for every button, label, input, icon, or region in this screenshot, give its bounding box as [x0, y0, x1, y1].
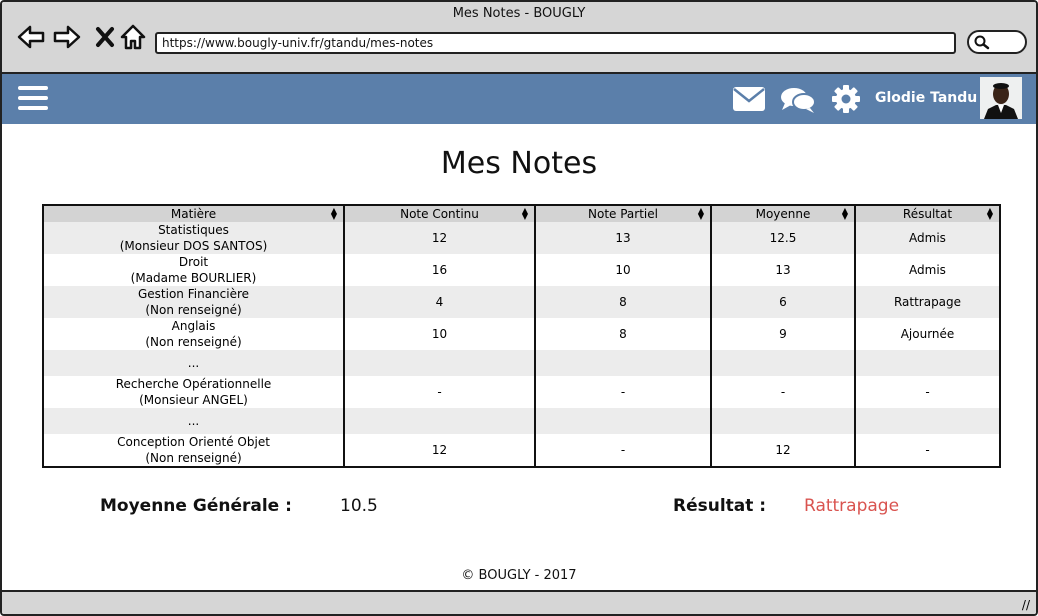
moyenne-cell: 12: [710, 434, 855, 467]
sort-icon[interactable]: ▲ ▼: [522, 207, 528, 221]
moyenne-cell: 13: [710, 254, 855, 286]
note-continu-cell: 16: [343, 254, 535, 286]
table-row-ellipsis: ...: [43, 408, 1000, 434]
subject-cell: Gestion Financière (Non renseigné): [43, 286, 344, 318]
note-continu-cell: 12: [343, 222, 535, 254]
note-continu-cell: 10: [343, 318, 535, 350]
subject-name: Recherche Opérationnelle: [115, 377, 272, 391]
user-avatar[interactable]: [980, 77, 1022, 119]
moyenne-cell: 9: [710, 318, 855, 350]
note-partiel-cell: -: [534, 434, 711, 467]
mail-icon[interactable]: [732, 86, 766, 112]
subject-cell: Recherche Opérationnelle (Monsieur ANGEL): [43, 376, 344, 408]
teacher-name: (Monsieur ANGEL): [139, 393, 248, 407]
url-bar[interactable]: https://www.bougly-univ.fr/gtandu/mes-no…: [155, 32, 956, 54]
table-header-row: Matière ▲ ▼ Note Continu ▲ ▼ Note Partiel ▲ ▼ …: [43, 205, 1000, 222]
note-continu-cell: -: [343, 376, 535, 408]
resultat-cell: Rattrapage: [854, 286, 1000, 318]
teacher-name: (Non renseigné): [145, 303, 242, 317]
sort-icon[interactable]: ▲ ▼: [698, 207, 704, 221]
subject-name: Droit: [178, 255, 209, 269]
moyenne-cell: 12.5: [710, 222, 855, 254]
column-header-resultat[interactable]: Résultat ▲ ▼: [854, 205, 1000, 222]
note-continu-cell: 4: [343, 286, 535, 318]
subject-name: Conception Orienté Objet: [117, 435, 270, 449]
footer-copyright: © BOUGLY - 2017: [461, 568, 577, 583]
avatar-photo-icon: [980, 77, 1022, 119]
sort-icon[interactable]: ▲ ▼: [842, 207, 848, 221]
moyenne-cell: -: [710, 376, 855, 408]
note-partiel-cell: 10: [534, 254, 711, 286]
table-row-ellipsis: ...: [43, 350, 1000, 376]
subject-cell: Droit (Madame BOURLIER): [43, 254, 344, 286]
header-label: Résultat: [902, 207, 953, 221]
teacher-name: (Madame BOURLIER): [130, 271, 257, 285]
resultat-cell: Admis: [854, 222, 1000, 254]
table-row: Recherche Opérationnelle (Monsieur ANGEL)…: [43, 376, 1000, 408]
moyenne-cell: 6: [710, 286, 855, 318]
subject-name: Statistiques: [158, 223, 229, 237]
resize-grip-icon[interactable]: //: [1022, 598, 1030, 612]
teacher-name: (Non renseigné): [145, 335, 242, 349]
table-row: Statistiques (Monsieur DOS SANTOS) 12 13 …: [43, 222, 1000, 254]
table-row: Anglais (Non renseigné) 10 8 9 Ajournée: [43, 318, 1000, 350]
average-value: 10.5: [340, 496, 378, 516]
sort-icon[interactable]: ▲ ▼: [987, 207, 993, 221]
search-icon: [974, 35, 990, 50]
menu-icon[interactable]: [18, 86, 48, 112]
note-partiel-cell: 8: [534, 286, 711, 318]
user-name[interactable]: Glodie Tandu: [875, 90, 977, 106]
grades-table: Matière ▲ ▼ Note Continu ▲ ▼ Note Partiel ▲ ▼ …: [42, 204, 1001, 468]
teacher-name: (Non renseigné): [145, 451, 242, 465]
column-header-note-partiel[interactable]: Note Partiel ▲ ▼: [534, 205, 711, 222]
chat-icon[interactable]: [780, 86, 816, 114]
column-header-note-continu[interactable]: Note Continu ▲ ▼: [343, 205, 535, 222]
ellipsis-cell: ...: [43, 350, 344, 376]
subject-name: Anglais: [171, 319, 216, 333]
note-partiel-cell: -: [534, 376, 711, 408]
subject-cell: Anglais (Non renseigné): [43, 318, 344, 350]
sort-icon[interactable]: ▲ ▼: [331, 207, 337, 221]
back-arrow-icon[interactable]: [16, 22, 46, 52]
header-label: Moyenne: [755, 207, 811, 221]
resultat-cell: Admis: [854, 254, 1000, 286]
subject-name: Gestion Financière: [137, 287, 250, 301]
home-icon[interactable]: [118, 22, 148, 52]
header-label: Note Partiel: [588, 207, 658, 221]
app-header: Glodie Tandu: [2, 74, 1036, 124]
note-partiel-cell: 8: [534, 318, 711, 350]
settings-gear-icon[interactable]: [831, 84, 861, 114]
column-header-moyenne[interactable]: Moyenne ▲ ▼: [710, 205, 855, 222]
subject-cell: Statistiques (Monsieur DOS SANTOS): [43, 222, 344, 254]
result-value: Rattrapage: [804, 496, 900, 516]
table-row: Conception Orienté Objet (Non renseigné) …: [43, 434, 1000, 467]
search-field[interactable]: [967, 30, 1027, 54]
note-partiel-cell: 13: [534, 222, 711, 254]
teacher-name: (Monsieur DOS SANTOS): [119, 239, 268, 253]
note-continu-cell: 12: [343, 434, 535, 467]
page-title: Mes Notes: [440, 146, 598, 181]
result-label: Résultat :: [673, 496, 767, 516]
resultat-cell: -: [854, 376, 1000, 408]
column-header-matiere[interactable]: Matière ▲ ▼: [43, 205, 344, 222]
browser-window: Mes Notes - BOUGLY https://www.bougly-un…: [0, 0, 1038, 616]
close-icon[interactable]: [90, 22, 120, 52]
browser-chrome: Mes Notes - BOUGLY https://www.bougly-un…: [2, 2, 1036, 74]
ellipsis-cell: ...: [43, 408, 344, 434]
average-label: Moyenne Générale :: [100, 496, 292, 516]
forward-arrow-icon[interactable]: [52, 22, 82, 52]
header-label: Note Continu: [400, 207, 479, 221]
table-row: Gestion Financière (Non renseigné) 4 8 6 …: [43, 286, 1000, 318]
status-bar: //: [2, 590, 1036, 614]
table-row: Droit (Madame BOURLIER) 16 10 13 Admis: [43, 254, 1000, 286]
window-title: Mes Notes - BOUGLY: [452, 6, 586, 21]
resultat-cell: -: [854, 434, 1000, 467]
header-label: Matière: [170, 207, 217, 221]
subject-cell: Conception Orienté Objet (Non renseigné): [43, 434, 344, 467]
resultat-cell: Ajournée: [854, 318, 1000, 350]
